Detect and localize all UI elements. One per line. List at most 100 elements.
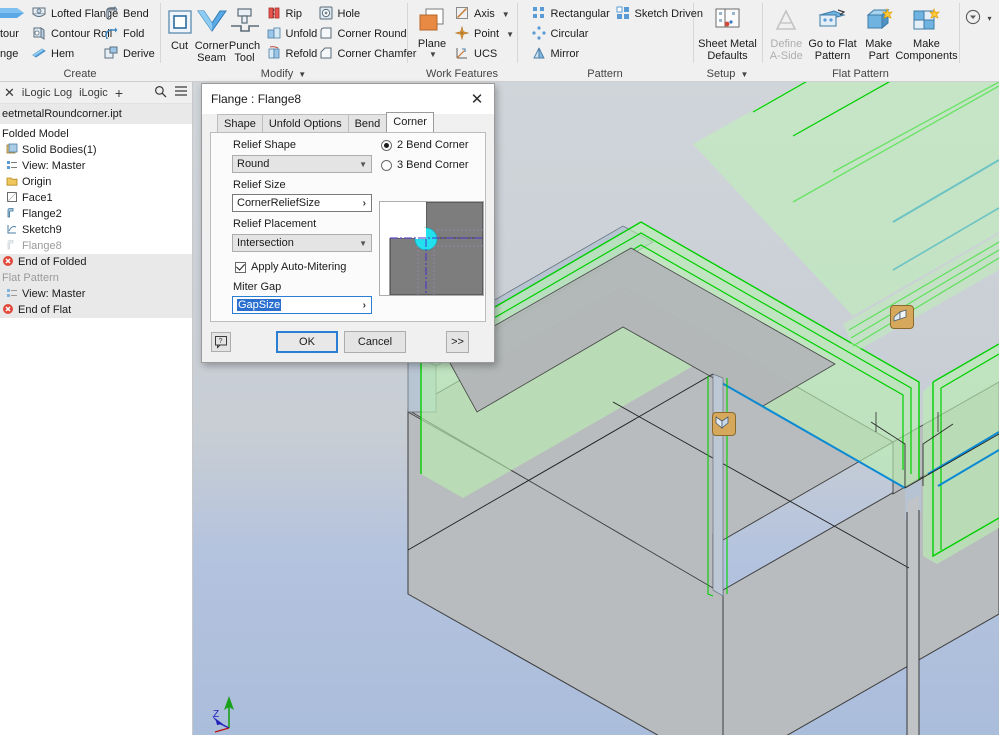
plane-label: Plane: [417, 38, 447, 50]
relief-placement-select[interactable]: Intersection ▼: [232, 234, 372, 252]
ribbon-panel-work-features: Plane ▼ Axis ▼ Point ▼ UCS Work Features: [407, 0, 517, 82]
punch-tool-button[interactable]: Punch Tool: [229, 4, 261, 64]
ribbon-panel-overflow: ▾: [959, 0, 999, 82]
flange-dialog[interactable]: Flange : Flange8 ✕ Shape Unfold Options …: [201, 83, 495, 363]
tree-item-solid-bodies[interactable]: Solid Bodies(1): [0, 142, 192, 158]
chevron-down-icon: ▼: [298, 70, 307, 79]
relief-size-value: CornerReliefSize: [237, 197, 321, 209]
chevron-down-icon: ▼: [506, 29, 514, 39]
sheet-metal-defaults-button[interactable]: Sheet Metal Defaults: [697, 4, 758, 62]
bend-button[interactable]: Bend: [102, 4, 159, 24]
clipped-item-2[interactable]: tour: [0, 24, 30, 44]
plane-icon: [417, 7, 447, 38]
lofted-flange-button[interactable]: Lofted Flange: [30, 4, 118, 24]
rip-button[interactable]: Rip: [265, 4, 317, 24]
modify-panel-title[interactable]: Modify ▼: [161, 66, 407, 82]
axis-button[interactable]: Axis ▼: [453, 4, 513, 24]
relief-shape-value: Round: [237, 158, 270, 170]
origin-axis-indicator[interactable]: Z: [199, 690, 259, 735]
browser-tab-ilogic-log[interactable]: iLogic Log: [22, 87, 72, 99]
tree-item-end-of-flat[interactable]: End of Flat: [0, 302, 192, 318]
mirror-button[interactable]: Mirror: [530, 44, 614, 64]
tab-unfold-options[interactable]: Unfold Options: [261, 114, 349, 132]
overflow-panel-title: [959, 66, 999, 82]
apply-auto-mitering-checkbox[interactable]: Apply Auto-Mitering: [235, 261, 346, 273]
go-to-flat-pattern-label: Go to Flat Pattern: [808, 38, 857, 62]
tree-item-folded-model[interactable]: Folded Model: [0, 126, 192, 142]
expand-arrow-icon[interactable]: ›: [363, 198, 366, 209]
axis-icon: [455, 6, 469, 23]
tree-item-flange8[interactable]: Flange8: [0, 238, 192, 254]
corner-round-button[interactable]: Corner Round: [317, 24, 413, 44]
cut-button[interactable]: Cut: [165, 4, 195, 52]
tree-item-view-master-folded[interactable]: View: Master: [0, 158, 192, 174]
contour-roll-button[interactable]: Contour Roll: [30, 24, 112, 44]
browser-tab-add[interactable]: +: [115, 85, 123, 101]
folder-icon: [6, 175, 18, 190]
corner-chamfer-button[interactable]: Corner Chamfer: [317, 44, 416, 64]
close-icon[interactable]: ✕: [462, 85, 492, 113]
tree-label: End of Folded: [18, 256, 87, 268]
fold-label: Fold: [123, 28, 145, 40]
relief-size-input[interactable]: CornerReliefSize ›: [232, 194, 372, 212]
hole-button[interactable]: Hole: [317, 4, 413, 24]
ucs-button[interactable]: UCS: [453, 44, 513, 64]
circular-pattern-button[interactable]: Circular: [530, 24, 614, 44]
face-icon: [6, 191, 18, 206]
make-components-label: Make Components: [895, 38, 958, 62]
corner-seam-button[interactable]: Corner Seam: [195, 4, 229, 64]
tree-item-sketch9[interactable]: Sketch9: [0, 222, 192, 238]
ribbon-overflow-button[interactable]: ▾: [963, 8, 996, 28]
corner-chamfer-icon: [319, 46, 333, 63]
tab-shape[interactable]: Shape: [217, 114, 263, 132]
flange-direction-glyph-2[interactable]: [712, 412, 736, 436]
refold-label: Refold: [285, 48, 318, 60]
point-button[interactable]: Point ▼: [453, 24, 514, 44]
tree-item-end-of-folded[interactable]: End of Folded: [0, 254, 192, 270]
close-icon[interactable]: ✕: [4, 86, 15, 99]
cancel-button[interactable]: Cancel: [344, 331, 406, 353]
dialog-title-bar[interactable]: Flange : Flange8 ✕: [202, 84, 494, 114]
refold-button[interactable]: Refold: [265, 44, 317, 64]
miter-gap-input[interactable]: GapSize ›: [232, 296, 372, 314]
plane-button[interactable]: Plane ▼: [411, 4, 453, 59]
expand-dialog-button[interactable]: >>: [446, 331, 469, 353]
hole-label: Hole: [337, 8, 361, 20]
hem-button[interactable]: Hem: [30, 44, 102, 64]
fold-button[interactable]: Fold: [102, 24, 159, 44]
clipped-item-3[interactable]: nge: [0, 44, 30, 64]
tree-item-flat-pattern[interactable]: Flat Pattern: [0, 270, 192, 286]
tab-bend[interactable]: Bend: [347, 114, 388, 132]
corner-round-icon: [319, 26, 333, 43]
clipped-item-1[interactable]: [0, 4, 30, 24]
radio-3-bend-corner[interactable]: 3 Bend Corner: [381, 159, 469, 171]
make-components-button[interactable]: Make Components: [895, 4, 958, 62]
tree-item-origin[interactable]: Origin: [0, 174, 192, 190]
tree-label: Sketch9: [22, 224, 62, 236]
tree-label: Flange8: [22, 240, 62, 252]
browser-tab-ilogic[interactable]: iLogic: [79, 87, 108, 99]
make-part-button[interactable]: Make Part: [859, 4, 899, 62]
search-icon[interactable]: [154, 85, 167, 101]
go-to-flat-pattern-button[interactable]: Go to Flat Pattern: [806, 4, 859, 62]
tree-item-flange2[interactable]: Flange2: [0, 206, 192, 222]
ok-button[interactable]: OK: [276, 331, 338, 353]
derive-button[interactable]: Derive: [102, 44, 159, 64]
setup-panel-title[interactable]: Setup ▼: [693, 66, 762, 82]
flange-direction-glyph-1[interactable]: [890, 305, 914, 329]
unfold-button[interactable]: Unfold: [265, 24, 317, 44]
tab-corner[interactable]: Corner: [386, 112, 434, 132]
define-a-side-button[interactable]: Define A-Side: [767, 4, 807, 62]
tree-label: Solid Bodies(1): [22, 144, 97, 156]
expand-arrow-icon[interactable]: ›: [363, 300, 366, 311]
rectangular-pattern-button[interactable]: Rectangular: [530, 4, 614, 24]
tree-item-face1[interactable]: Face1: [0, 190, 192, 206]
tree-item-view-master-flat[interactable]: View: Master: [0, 286, 192, 302]
rip-label: Rip: [285, 8, 303, 20]
pattern-panel-title: Pattern: [587, 68, 623, 80]
sketch-driven-button[interactable]: Sketch Driven: [614, 4, 704, 24]
radio-2-bend-corner[interactable]: 2 Bend Corner: [381, 139, 469, 151]
hamburger-menu-icon[interactable]: [174, 85, 188, 100]
help-button[interactable]: ?: [211, 332, 231, 352]
relief-shape-select[interactable]: Round ▼: [232, 155, 372, 173]
